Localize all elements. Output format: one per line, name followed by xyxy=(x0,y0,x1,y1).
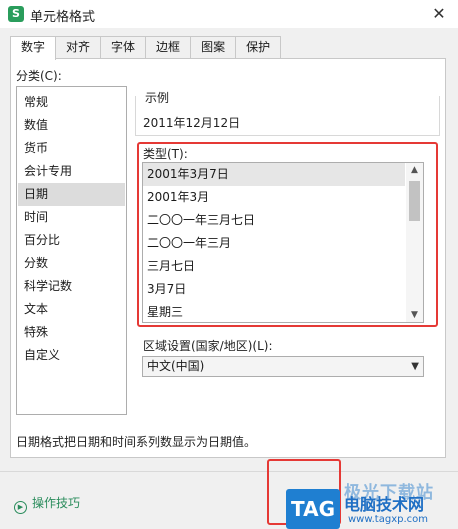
locale-value: 中文(中国) xyxy=(147,359,205,373)
category-item-time[interactable]: 时间 xyxy=(18,206,125,229)
sample-group-border-left xyxy=(135,96,136,136)
watermark-title: 电脑技术网 xyxy=(344,495,425,514)
sample-label: 示例 xyxy=(143,89,172,106)
highlight-box-type xyxy=(137,142,438,327)
category-item-custom[interactable]: 自定义 xyxy=(18,344,125,367)
format-description: 日期格式把日期和时间系列数显示为日期值。 xyxy=(16,435,257,449)
category-item-date[interactable]: 日期 xyxy=(18,183,125,206)
tips-label: 操作技巧 xyxy=(32,496,81,510)
category-item-percentage[interactable]: 百分比 xyxy=(18,229,125,252)
category-item-scientific[interactable]: 科学记数 xyxy=(18,275,125,298)
category-item-general[interactable]: 常规 xyxy=(18,91,125,114)
category-item-special[interactable]: 特殊 xyxy=(18,321,125,344)
tips-link[interactable]: ▶ 操作技巧 xyxy=(14,494,80,514)
category-item-accounting[interactable]: 会计专用 xyxy=(18,160,125,183)
play-icon: ▶ xyxy=(14,501,27,514)
tab-alignment[interactable]: 对齐 xyxy=(55,36,102,59)
app-logo-icon: S xyxy=(8,6,24,22)
tab-border[interactable]: 边框 xyxy=(145,36,192,59)
sample-group-border-right xyxy=(439,96,440,136)
tab-font[interactable]: 字体 xyxy=(100,36,147,59)
watermark-logo: TAG xyxy=(286,489,340,529)
category-label: 分类(C): xyxy=(16,69,62,83)
sample-value: 2011年12月12日 xyxy=(143,116,241,130)
tab-bar: 数字 对齐 字体 边框 图案 保护 xyxy=(10,36,282,60)
tab-number[interactable]: 数字 xyxy=(10,36,57,60)
category-list: 常规 数值 货币 会计专用 日期 时间 百分比 分数 科学记数 文本 特殊 自定… xyxy=(16,86,127,415)
chevron-down-icon: ▼ xyxy=(411,361,419,372)
window-title: 单元格格式 xyxy=(30,10,96,25)
close-icon[interactable]: ✕ xyxy=(428,3,450,25)
category-item-number[interactable]: 数值 xyxy=(18,114,125,137)
category-item-fraction[interactable]: 分数 xyxy=(18,252,125,275)
category-item-currency[interactable]: 货币 xyxy=(18,137,125,160)
tab-protection[interactable]: 保护 xyxy=(235,36,282,59)
footer-divider xyxy=(0,471,458,472)
title-bar: S 单元格格式 ✕ xyxy=(0,0,458,28)
category-item-text[interactable]: 文本 xyxy=(18,298,125,321)
locale-select[interactable]: 中文(中国) ▼ xyxy=(142,356,424,377)
sample-group-border-bottom xyxy=(135,135,440,136)
watermark-url: www.tagxp.com xyxy=(348,514,428,525)
tab-pattern[interactable]: 图案 xyxy=(190,36,237,59)
locale-label: 区域设置(国家/地区)(L): xyxy=(143,339,273,353)
